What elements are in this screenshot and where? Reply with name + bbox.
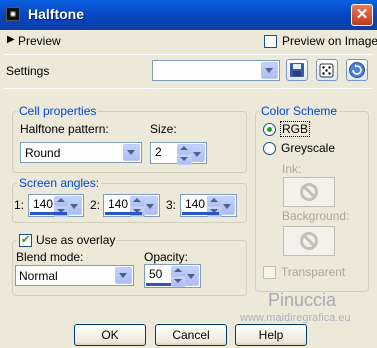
halftone-pattern-label: Halftone pattern: — [20, 122, 109, 136]
prohibited-icon — [300, 232, 318, 250]
angle-2-value: 140 — [108, 197, 129, 211]
reset-button[interactable] — [346, 59, 368, 81]
angle-3-label: 3: — [166, 198, 177, 212]
watermark-url: www.maidiregrafica.eu — [240, 312, 351, 324]
halftone-pattern-dropdown[interactable]: Round — [20, 142, 142, 163]
randomize-button[interactable] — [316, 59, 338, 81]
screen-angles-label: Screen angles: — [17, 176, 102, 190]
reset-icon — [349, 62, 365, 78]
angle-1-spinner[interactable]: 140 — [28, 194, 84, 217]
window-title: Halftone — [28, 6, 84, 22]
greyscale-label: Greyscale — [281, 141, 336, 155]
angle-3-level-bar — [182, 212, 219, 215]
size-value: 2 — [155, 145, 162, 159]
save-preset-button[interactable] — [286, 59, 308, 81]
cell-properties-label: Cell properties — [17, 104, 99, 118]
angle-3-value: 140 — [185, 197, 206, 211]
preview-on-image-label: Preview on Image — [282, 34, 377, 48]
transparent-label: Transparent — [281, 265, 346, 279]
prohibited-icon — [300, 183, 318, 201]
help-button[interactable]: Help — [235, 324, 307, 346]
watermark-name: Pinuccia — [268, 290, 337, 310]
divider — [4, 54, 373, 55]
background-label: Background: — [282, 209, 350, 223]
use-as-overlay-checkbox[interactable] — [19, 233, 32, 247]
spin-down-icon[interactable] — [177, 154, 192, 165]
size-spinner[interactable]: 2 — [150, 142, 207, 165]
background-color-swatch — [283, 226, 335, 256]
rgb-label: RGB — [279, 121, 311, 137]
settings-label: Settings — [6, 64, 50, 78]
angle-1-level-bar — [30, 212, 67, 215]
chevron-down-icon — [261, 62, 278, 79]
chevron-down-icon[interactable] — [191, 144, 205, 162]
opacity-value: 50 — [149, 267, 163, 281]
preview-toggle[interactable]: Preview — [18, 34, 61, 48]
preview-on-image-checkbox[interactable] — [264, 35, 277, 48]
opacity-label: Opacity: — [144, 250, 189, 264]
halftone-pattern-value: Round — [25, 146, 61, 160]
ink-label: Ink: — [282, 162, 302, 176]
rgb-radio[interactable] — [263, 123, 276, 136]
chevron-down-icon[interactable] — [221, 196, 235, 215]
angle-2-label: 2: — [90, 198, 101, 212]
chevron-down-icon — [123, 144, 140, 161]
blend-mode-value: Normal — [19, 269, 58, 283]
chevron-down-icon[interactable] — [68, 196, 82, 215]
expand-arrow-icon[interactable]: ▶ — [7, 34, 15, 45]
angle-2-spinner[interactable]: 140 — [103, 194, 160, 217]
app-icon — [6, 7, 20, 21]
angle-1-value: 140 — [33, 197, 54, 211]
save-icon — [290, 63, 304, 77]
angle-2-level-bar — [105, 212, 142, 215]
color-scheme-label: Color Scheme — [259, 104, 340, 118]
settings-preset-dropdown[interactable] — [152, 60, 280, 81]
cancel-button[interactable]: Cancel — [155, 324, 227, 346]
size-label: Size: — [150, 122, 177, 136]
chevron-down-icon[interactable] — [185, 266, 199, 286]
blend-mode-dropdown[interactable]: Normal — [15, 265, 134, 286]
chevron-down-icon — [115, 267, 132, 284]
spin-down-icon[interactable] — [171, 276, 186, 287]
opacity-level-bar — [146, 283, 171, 286]
opacity-spinner[interactable]: 50 — [144, 264, 201, 288]
greyscale-radio[interactable] — [263, 142, 276, 155]
close-button[interactable]: ✕ — [351, 4, 373, 26]
transparent-checkbox — [263, 266, 276, 279]
dice-icon — [319, 63, 334, 78]
use-as-overlay-label: Use as overlay — [36, 233, 116, 247]
blend-mode-label: Blend mode: — [16, 250, 84, 264]
angle-1-label: 1: — [14, 198, 25, 212]
angle-3-spinner[interactable]: 140 — [180, 194, 237, 217]
divider — [4, 88, 373, 89]
ok-button[interactable]: OK — [74, 324, 146, 346]
ink-color-swatch — [283, 177, 335, 207]
chevron-down-icon[interactable] — [144, 196, 158, 215]
